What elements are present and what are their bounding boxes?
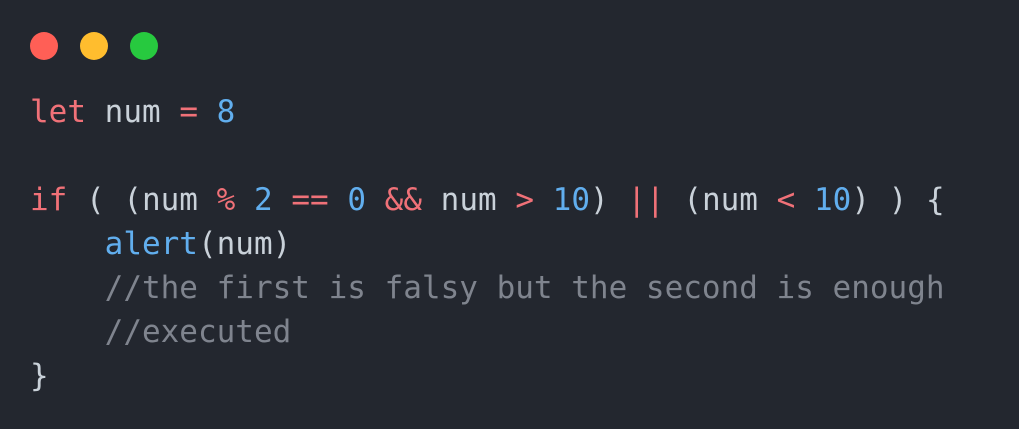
- code-token-number: 10: [813, 182, 852, 218]
- code-token-identifier: [30, 270, 105, 306]
- code-line: if ( (num % 2 == 0 && num > 10) || (num …: [30, 178, 945, 222]
- code-token-identifier: [795, 182, 814, 218]
- code-token-identifier: [235, 182, 254, 218]
- code-token-punctuation: ) ) {: [851, 182, 945, 218]
- code-token-identifier: ( (num: [67, 182, 217, 218]
- code-token-keyword: let: [30, 94, 86, 130]
- code-token-punctuation: }: [30, 358, 49, 394]
- close-button[interactable]: [30, 32, 58, 60]
- code-token-number: 0: [347, 182, 366, 218]
- code-token-identifier: ): [590, 182, 628, 218]
- code-token-identifier: [198, 94, 217, 130]
- code-token-identifier: (num: [664, 182, 777, 218]
- minimize-button[interactable]: [80, 32, 108, 60]
- code-token-punctuation: (num): [197, 226, 292, 262]
- code-token-operator: =: [179, 94, 198, 130]
- code-token-identifier: [30, 314, 105, 350]
- code-token-keyword: if: [30, 182, 68, 218]
- code-token-identifier: [534, 182, 553, 218]
- code-token-operator: <: [776, 182, 796, 218]
- code-token-number: 8: [216, 94, 236, 130]
- code-token-identifier: [30, 226, 105, 262]
- code-token-identifier: [273, 182, 292, 218]
- code-token-identifier: num: [422, 182, 516, 218]
- code-line: //the first is falsy but the second is e…: [30, 266, 945, 310]
- code-token-identifier: num: [86, 94, 180, 130]
- code-token-identifier: [366, 182, 385, 218]
- code-line: }: [30, 354, 945, 398]
- code-window: let num = 8 if ( (num % 2 == 0 && num > 1…: [0, 0, 1019, 429]
- code-token-comment: //executed: [104, 314, 292, 350]
- code-token-operator: &&: [384, 182, 422, 218]
- code-line: alert(num): [30, 222, 945, 266]
- code-token-number: 2: [253, 182, 273, 218]
- code-token-identifier: [329, 182, 348, 218]
- code-line: let num = 8: [30, 90, 945, 134]
- code-token-operator: >: [515, 182, 534, 218]
- maximize-button[interactable]: [130, 32, 158, 60]
- code-token-function: alert: [104, 226, 198, 262]
- code-token-operator: %: [216, 182, 236, 218]
- code-token-operator: ||: [627, 182, 665, 218]
- code-token-operator: ==: [291, 182, 329, 218]
- code-line: //executed: [30, 310, 945, 354]
- code-token-number: 10: [552, 182, 590, 218]
- code-token-comment: //the first is falsy but the second is e…: [104, 270, 945, 306]
- code-block: let num = 8 if ( (num % 2 == 0 && num > 1…: [30, 90, 945, 398]
- window-controls: [30, 32, 158, 60]
